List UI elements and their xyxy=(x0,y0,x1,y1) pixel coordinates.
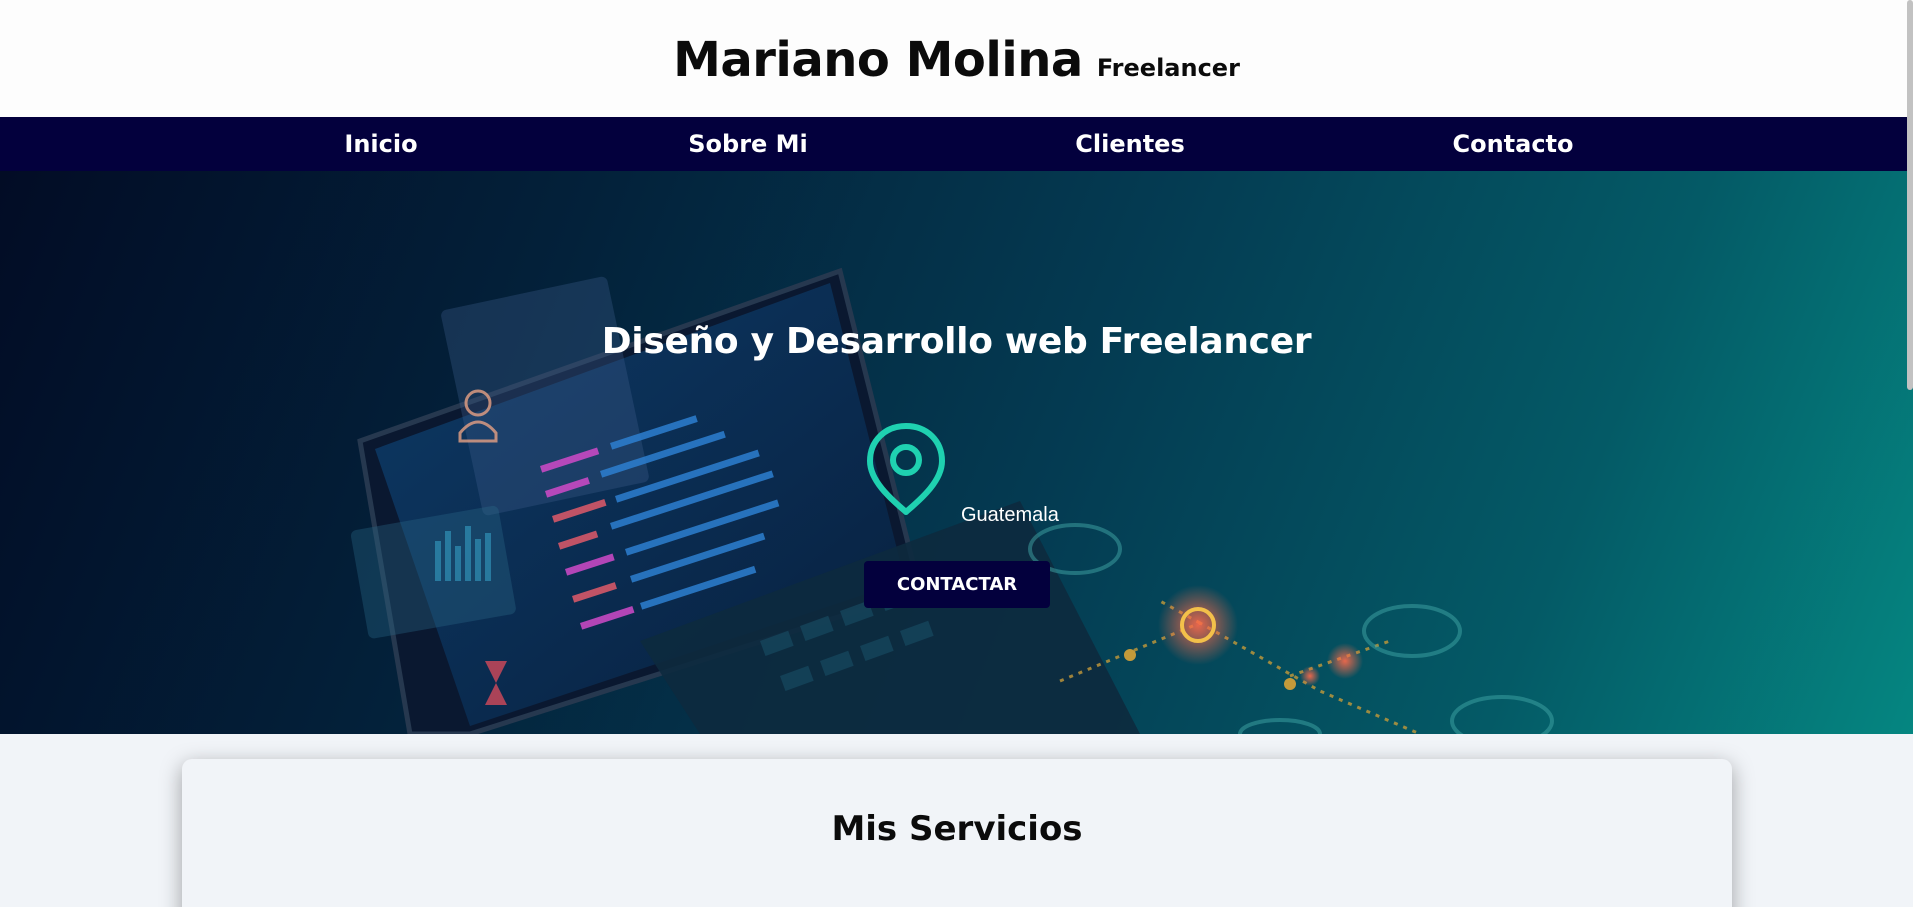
nav-link-sobre-mi[interactable]: Sobre Mi xyxy=(688,117,808,171)
hero-section: Diseño y Desarrollo web Freelancer Guate… xyxy=(0,171,1913,734)
hero-background-illustration xyxy=(350,267,1554,734)
brand-tagline: Freelancer xyxy=(1096,53,1240,82)
services-title: Mis Servicios xyxy=(831,809,1083,849)
services-card: Mis Servicios xyxy=(182,759,1732,907)
contact-button[interactable]: CONTACTAR xyxy=(864,561,1050,608)
nav-link-clientes[interactable]: Clientes xyxy=(1075,117,1184,171)
brand: Mariano Molina Freelancer xyxy=(673,32,1240,88)
main-navbar: Inicio Sobre Mi Clientes Contacto xyxy=(0,117,1913,171)
hero-title: Diseño y Desarrollo web Freelancer xyxy=(601,321,1312,362)
brand-name: Mariano Molina xyxy=(673,31,1083,88)
page-scrollbar[interactable] xyxy=(1907,0,1913,390)
nav-link-inicio[interactable]: Inicio xyxy=(344,117,417,171)
nav-link-contacto[interactable]: Contacto xyxy=(1452,117,1573,171)
map-pin-icon xyxy=(867,423,945,515)
location-text: Guatemala xyxy=(961,504,1059,526)
site-header: Mariano Molina Freelancer xyxy=(0,0,1913,117)
